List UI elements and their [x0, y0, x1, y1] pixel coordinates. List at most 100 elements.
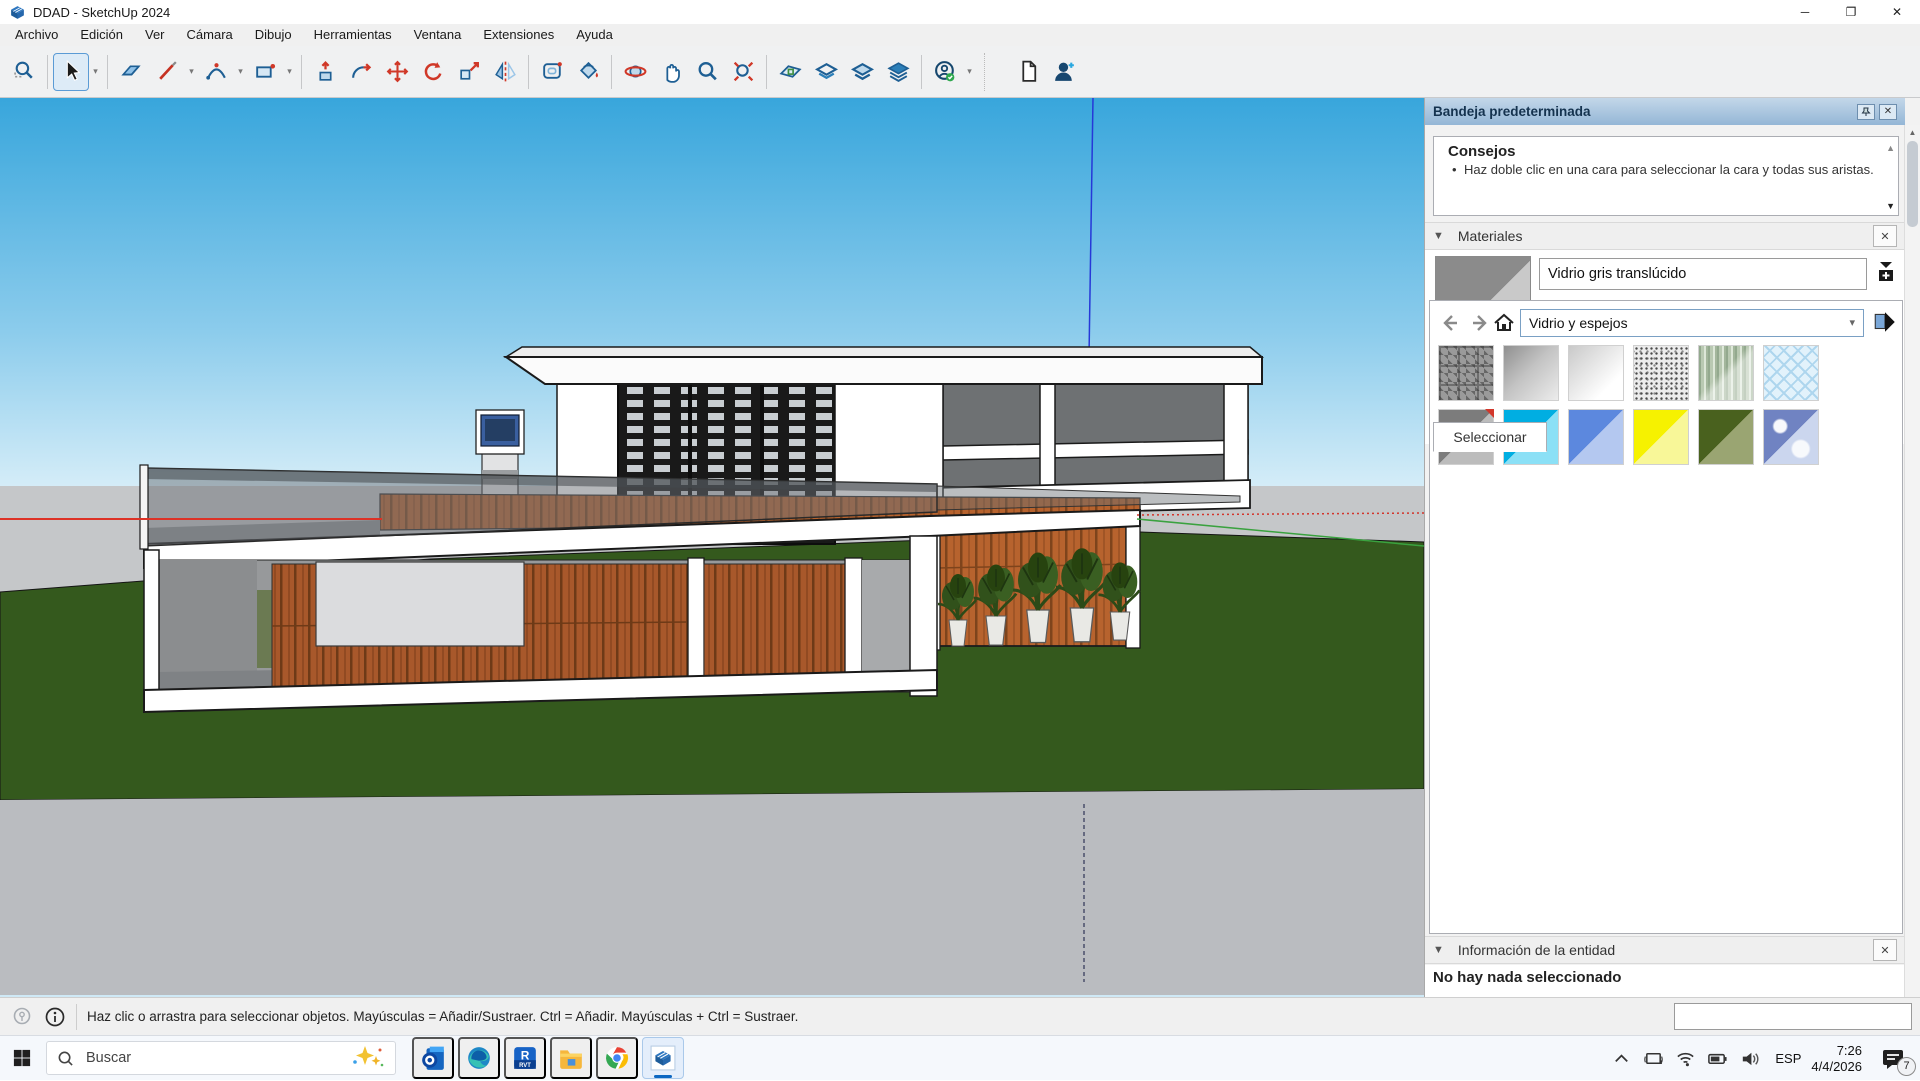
material-swatch-glass-ribbed-green[interactable] [1698, 345, 1754, 401]
tray-header[interactable]: Bandeja predeterminada ✕ [1425, 98, 1905, 125]
minimize-button[interactable]: ─ [1782, 0, 1828, 24]
wifi-icon[interactable] [1672, 1046, 1698, 1072]
offset-icon [540, 59, 565, 84]
tab-seleccionar[interactable]: Seleccionar [1433, 422, 1547, 452]
scrollbar-thumb[interactable] [1907, 141, 1918, 227]
battery-icon[interactable] [1704, 1046, 1730, 1072]
clock[interactable]: 7:26 4/4/2026 [1811, 1043, 1862, 1075]
menu-archivo[interactable]: Archivo [4, 24, 69, 46]
section-fill-tool[interactable] [880, 53, 916, 91]
arc-tool[interactable] [198, 53, 234, 91]
volume-icon[interactable] [1736, 1046, 1762, 1072]
tray-icons [1605, 1046, 1765, 1072]
eraser-tool[interactable] [113, 53, 149, 91]
taskbar-app-revit[interactable]: RRVT [504, 1037, 546, 1079]
material-swatch-glass-translucent-green[interactable] [1698, 409, 1754, 465]
taskbar-app-edge[interactable] [458, 1037, 500, 1079]
material-swatch-glass-translucent-yellow[interactable] [1633, 409, 1689, 465]
material-swatch-glass-translucent-blue[interactable] [1568, 409, 1624, 465]
taskbar-app-sketchup[interactable] [642, 1037, 684, 1079]
rectangle-dropdown-icon[interactable]: ▾ [283, 53, 296, 91]
offset-tool[interactable] [534, 53, 570, 91]
section-display-tool[interactable] [808, 53, 844, 91]
cast-icon[interactable] [1640, 1046, 1666, 1072]
scroll-up-icon[interactable]: ▲ [1905, 125, 1920, 137]
create-material-icon[interactable] [1873, 256, 1899, 286]
menu-herramientas[interactable]: Herramientas [303, 24, 403, 46]
new-document-icon [1016, 59, 1041, 84]
line-dropdown-icon[interactable]: ▾ [185, 53, 198, 91]
section-plane-tool[interactable] [772, 53, 808, 91]
info-icon[interactable] [44, 1006, 66, 1028]
push-pull-tool[interactable] [307, 53, 343, 91]
tray-close-icon[interactable]: ✕ [1879, 104, 1897, 120]
home-icon[interactable] [1492, 311, 1516, 335]
notifications-icon[interactable]: 7 [1876, 1042, 1910, 1076]
menu-extensiones[interactable]: Extensiones [472, 24, 565, 46]
material-swatch-mirror-gray[interactable] [1503, 345, 1559, 401]
taskbar-app-file-explorer[interactable] [550, 1037, 592, 1079]
new-document-tool[interactable] [1010, 53, 1046, 91]
section-cuts-tool[interactable] [844, 53, 880, 91]
material-swatch-glass-blocks[interactable] [1438, 345, 1494, 401]
flip-tool[interactable] [487, 53, 523, 91]
scale-tool[interactable] [451, 53, 487, 91]
material-swatch-glass-obscure[interactable] [1633, 345, 1689, 401]
line-tool[interactable] [149, 53, 185, 91]
arc-dropdown-icon[interactable]: ▾ [234, 53, 247, 91]
rotate-tool[interactable] [415, 53, 451, 91]
menu-dibujo[interactable]: Dibujo [244, 24, 303, 46]
material-swatch-glass-sky-reflective[interactable] [1763, 409, 1819, 465]
material-swatch-glass-frosted-diamond[interactable] [1763, 345, 1819, 401]
tips-scroll-down-icon[interactable]: ▼ [1886, 201, 1895, 211]
chevron-down-icon[interactable]: ▼ [1433, 944, 1444, 956]
entity-info-close-icon[interactable]: ✕ [1873, 939, 1897, 961]
taskbar-app-outlook[interactable] [412, 1037, 454, 1079]
collection-detail-icon[interactable] [1872, 309, 1898, 335]
measurements-box[interactable] [1674, 1003, 1912, 1030]
materials-section-header[interactable]: ▼ Materiales ✕ [1425, 222, 1905, 250]
taskbar-app-chrome[interactable] [596, 1037, 638, 1079]
start-button[interactable] [0, 1036, 44, 1081]
viewport[interactable] [0, 98, 1424, 997]
move-tool[interactable] [379, 53, 415, 91]
chevron-up-icon[interactable] [1608, 1046, 1634, 1072]
account-dropdown-icon[interactable]: ▾ [963, 53, 976, 91]
entity-info-section-header[interactable]: ▼ Información de la entidad ✕ [1425, 936, 1905, 964]
collection-dropdown[interactable]: Vidrio y espejos [1520, 309, 1864, 337]
geolocation-icon[interactable] [11, 1006, 33, 1028]
menu-edicion[interactable]: Edición [69, 24, 134, 46]
materials-close-icon[interactable]: ✕ [1873, 225, 1897, 247]
pan-tool[interactable] [653, 53, 689, 91]
back-arrow-icon[interactable] [1438, 311, 1462, 335]
tray-scrollbar[interactable]: ▲ [1904, 125, 1920, 997]
paint-bucket-icon [576, 59, 601, 84]
material-name-input[interactable]: Vidrio gris translúcido [1539, 258, 1867, 290]
forward-arrow-icon[interactable] [1468, 311, 1492, 335]
menu-camara[interactable]: Cámara [176, 24, 244, 46]
add-person-tool[interactable] [1046, 53, 1082, 91]
copilot-sparkle-icon[interactable] [351, 1044, 385, 1073]
rectangle-tool[interactable] [247, 53, 283, 91]
orbit-tool[interactable] [617, 53, 653, 91]
language-indicator[interactable]: ESP [1775, 1051, 1801, 1066]
chevron-down-icon[interactable]: ▼ [1433, 230, 1444, 242]
material-swatch-mirror-white[interactable] [1568, 345, 1624, 401]
menu-ver[interactable]: Ver [134, 24, 176, 46]
menu-ventana[interactable]: Ventana [403, 24, 473, 46]
pin-icon[interactable] [1857, 104, 1875, 120]
search-input[interactable]: Buscar [46, 1041, 396, 1075]
add-person-icon [1052, 59, 1077, 84]
zoom-tool[interactable] [689, 53, 725, 91]
paint-bucket-tool[interactable] [570, 53, 606, 91]
restore-button[interactable]: ❐ [1828, 0, 1874, 24]
zoom-window-tool[interactable] [6, 53, 42, 91]
zoom-extents-tool[interactable] [725, 53, 761, 91]
select-dropdown-icon[interactable]: ▾ [89, 53, 102, 91]
menu-ayuda[interactable]: Ayuda [565, 24, 624, 46]
account-tool[interactable] [927, 53, 963, 91]
select-tool[interactable] [53, 53, 89, 91]
follow-me-tool[interactable] [343, 53, 379, 91]
tips-scroll-up-icon[interactable]: ▲ [1886, 143, 1895, 153]
close-button[interactable]: ✕ [1874, 0, 1920, 24]
